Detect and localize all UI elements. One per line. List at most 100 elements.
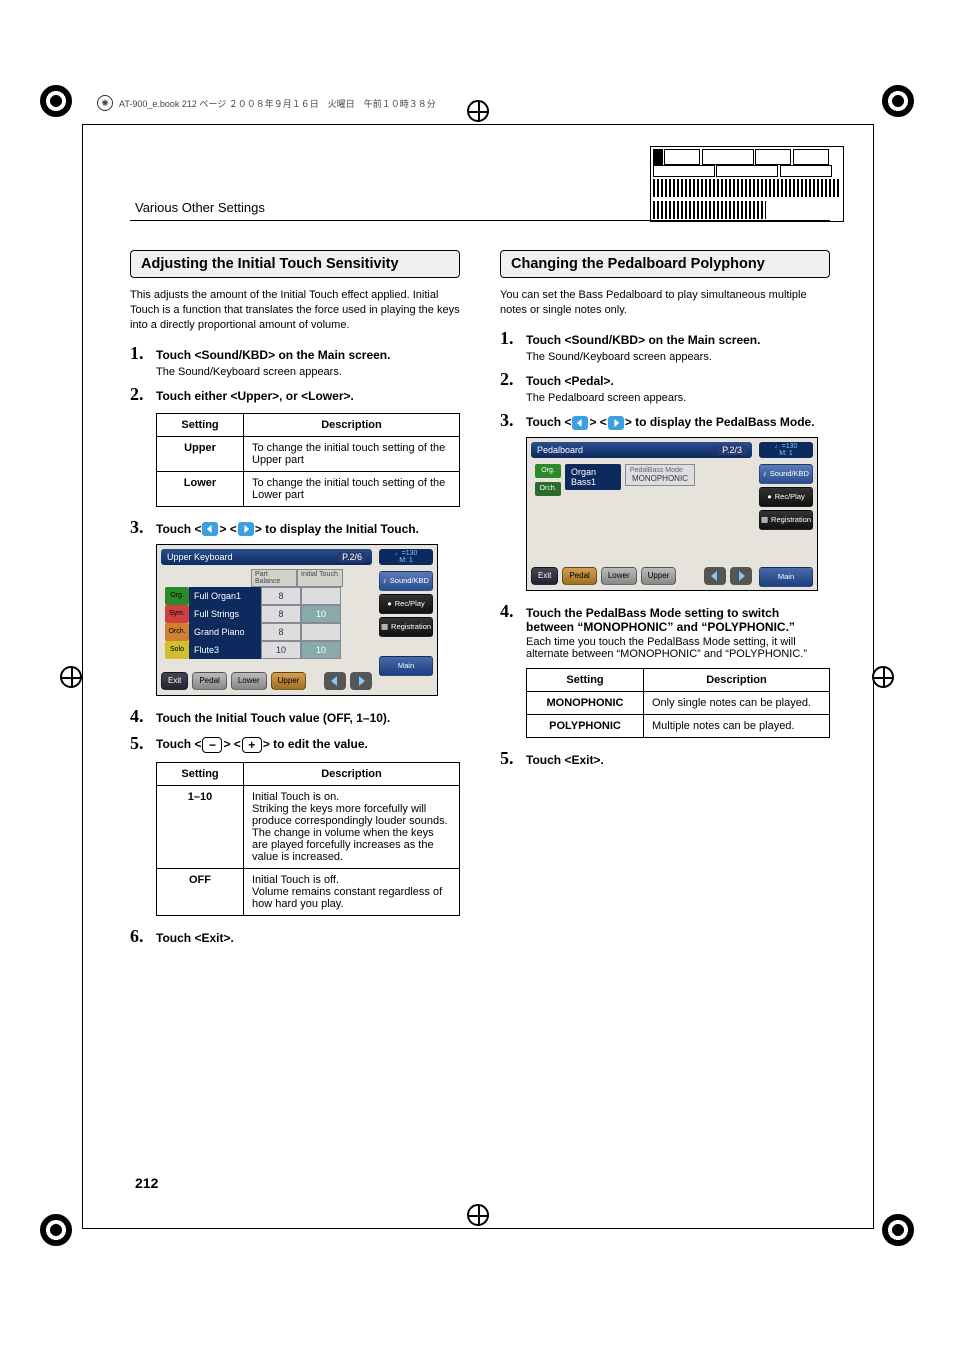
- balance-cell[interactable]: 10: [261, 641, 301, 659]
- crop-mark: [872, 666, 894, 688]
- left-column: Adjusting the Initial Touch Sensitivity …: [130, 250, 460, 947]
- main-button[interactable]: Main: [759, 567, 813, 587]
- step-5: 5. Touch <Exit>.: [500, 748, 830, 769]
- prev-page-button[interactable]: [704, 567, 726, 585]
- step-instruction: Touch <Exit>.: [526, 753, 830, 767]
- step-instruction: Touch <> <> to display the Initial Touch…: [156, 522, 460, 537]
- step-result: Each time you touch the PedalBass Mode s…: [526, 636, 830, 660]
- step-number: 1.: [130, 343, 148, 364]
- list-row[interactable]: Orch. Grand Piano 8: [165, 623, 367, 641]
- exit-button[interactable]: Exit: [531, 567, 558, 585]
- column-header: Setting: [157, 762, 244, 785]
- category-tag: Orch.: [535, 482, 561, 496]
- step-instruction: Touch <> <> to display the PedalBass Mod…: [526, 415, 830, 430]
- gear-icon: ✺: [97, 95, 113, 111]
- bottom-bar: Exit Pedal Lower Upper: [531, 566, 752, 586]
- step-2: 2. Touch either <Upper>, or <Lower>.: [130, 384, 460, 405]
- next-page-button[interactable]: [350, 672, 372, 690]
- exit-button[interactable]: Exit: [161, 672, 188, 690]
- step-instruction: Touch the Initial Touch value (OFF, 1–10…: [156, 711, 460, 725]
- minus-button-icon: −: [202, 737, 222, 753]
- step-3: 3. Touch <> <> to display the PedalBass …: [500, 410, 830, 431]
- column-header: Description: [644, 668, 830, 691]
- list-row[interactable]: Sym. Full Strings 8 10: [165, 605, 367, 623]
- rec-play-button[interactable]: ●Rec/Play: [759, 487, 813, 507]
- upper-tab[interactable]: Upper: [271, 672, 307, 690]
- pedal-tab[interactable]: Pedal: [192, 672, 226, 690]
- side-buttons: ♪Sound/KBD ●Rec/Play ▦Registration Main: [379, 571, 433, 676]
- left-arrow-icon: [202, 522, 218, 536]
- sound-kbd-button[interactable]: ♪Sound/KBD: [379, 571, 433, 591]
- lower-tab[interactable]: Lower: [601, 567, 637, 585]
- setting-cell: 1–10: [157, 785, 244, 868]
- rec-play-button[interactable]: ●Rec/Play: [379, 594, 433, 614]
- record-icon: ●: [387, 599, 392, 608]
- setting-cell: OFF: [157, 868, 244, 915]
- setting-cell: Lower: [157, 471, 244, 506]
- book-meta-text: AT-900_e.book 212 ページ ２００８年９月１６日 火曜日 午前１…: [119, 97, 436, 110]
- setting-cell: Upper: [157, 436, 244, 471]
- initial-touch-values-table: Setting Description 1–10 Initial Touch i…: [156, 762, 460, 916]
- step-1: 1. Touch <Sound/KBD> on the Main screen.: [500, 328, 830, 349]
- main-button[interactable]: Main: [379, 656, 433, 676]
- list-row[interactable]: Org. Full Organ1 8: [165, 587, 367, 605]
- description-cell: Only single notes can be played.: [644, 691, 830, 714]
- next-page-button[interactable]: [730, 567, 752, 585]
- initial-touch-cell[interactable]: 10: [301, 641, 341, 659]
- initial-touch-cell[interactable]: 10: [301, 605, 341, 623]
- screen-page-indicator: P.2/3: [718, 445, 746, 455]
- category-tag: Sym.: [165, 605, 189, 623]
- section-title-left: Adjusting the Initial Touch Sensitivity: [130, 250, 460, 278]
- step-number: 4.: [500, 601, 518, 622]
- right-column: Changing the Pedalboard Polyphony You ca…: [500, 250, 830, 947]
- step-4: 4. Touch the PedalBass Mode setting to s…: [500, 601, 830, 634]
- step-result: The Pedalboard screen appears.: [526, 392, 830, 404]
- description-cell: Multiple notes can be played.: [644, 714, 830, 737]
- voice-list: Part Balance Initial Touch Org. Full Org…: [165, 569, 367, 659]
- column-header: Description: [244, 762, 460, 785]
- lower-tab[interactable]: Lower: [231, 672, 267, 690]
- category-tag: Org.: [165, 587, 189, 605]
- step-5: 5. Touch <−> <+> to edit the value.: [130, 733, 460, 754]
- page: ✺ AT-900_e.book 212 ページ ２００８年９月１６日 火曜日 午…: [0, 0, 954, 1351]
- step-result: The Sound/Keyboard screen appears.: [526, 351, 830, 363]
- upper-tab[interactable]: Upper: [641, 567, 677, 585]
- sound-kbd-button[interactable]: ♪Sound/KBD: [759, 464, 813, 484]
- initial-touch-cell[interactable]: [301, 587, 341, 605]
- step-number: 2.: [130, 384, 148, 405]
- registration-mark: [882, 1214, 914, 1246]
- step-1: 1. Touch <Sound/KBD> on the Main screen.: [130, 343, 460, 364]
- setting-cell: MONOPHONIC: [527, 691, 644, 714]
- registration-button[interactable]: ▦Registration: [379, 617, 433, 637]
- step-number: 6.: [130, 926, 148, 947]
- balance-cell[interactable]: 8: [261, 623, 301, 641]
- balance-cell[interactable]: 8: [261, 587, 301, 605]
- pedalbass-mode-cell[interactable]: PedalBass Mode MONOPHONIC: [625, 464, 695, 486]
- intro-text: You can set the Bass Pedalboard to play …: [500, 288, 830, 318]
- crop-mark: [60, 666, 82, 688]
- step-result: The Sound/Keyboard screen appears.: [156, 366, 460, 378]
- registration-button[interactable]: ▦Registration: [759, 510, 813, 530]
- balance-cell[interactable]: 8: [261, 605, 301, 623]
- intro-text: This adjusts the amount of the Initial T…: [130, 288, 460, 333]
- description-cell: Initial Touch is off. Volume remains con…: [244, 868, 460, 915]
- voice-name[interactable]: Organ Bass1: [565, 464, 621, 490]
- voice-name: Grand Piano: [189, 623, 261, 641]
- step-number: 4.: [130, 706, 148, 727]
- pedal-tab[interactable]: Pedal: [562, 567, 596, 585]
- registration-mark: [40, 1214, 72, 1246]
- initial-touch-cell[interactable]: [301, 623, 341, 641]
- registration-mark: [40, 85, 72, 117]
- step-instruction: Touch <Sound/KBD> on the Main screen.: [156, 348, 460, 362]
- right-arrow-icon: [608, 416, 624, 430]
- step-6: 6. Touch <Exit>.: [130, 926, 460, 947]
- instrument-panel-diagram: [650, 146, 844, 222]
- screen-title: Upper Keyboard: [167, 552, 233, 562]
- page-number: 212: [135, 1175, 158, 1191]
- list-row[interactable]: Solo Flute3 10 10: [165, 641, 367, 659]
- polyphony-table: Setting Description MONOPHONIC Only sing…: [526, 668, 830, 738]
- description-cell: Initial Touch is on. Striking the keys m…: [244, 785, 460, 868]
- prev-page-button[interactable]: [324, 672, 346, 690]
- voice-name: Flute3: [189, 641, 261, 659]
- step-number: 1.: [500, 328, 518, 349]
